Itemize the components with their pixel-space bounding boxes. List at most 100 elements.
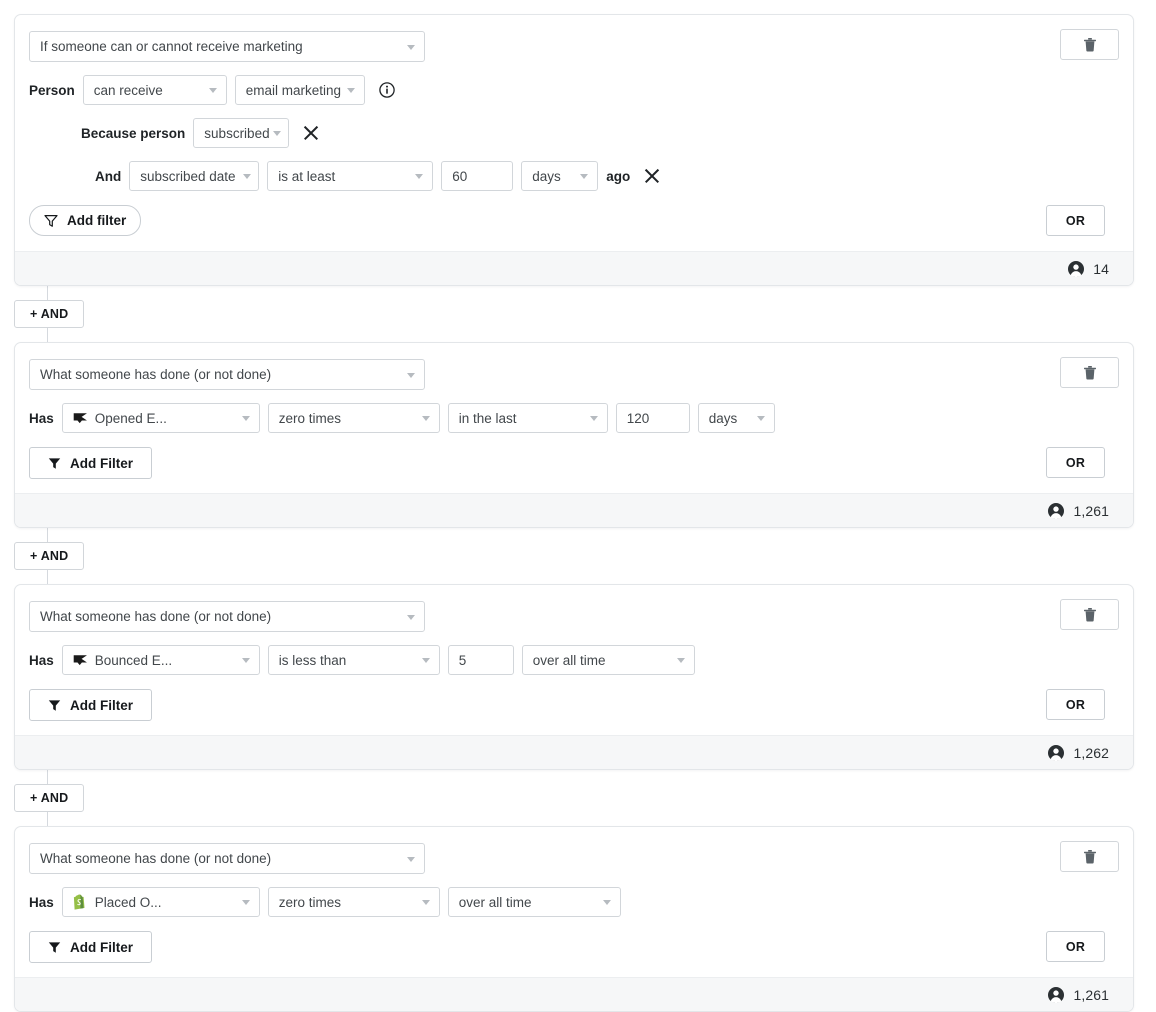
metric-select[interactable]: Bounced E... — [61, 645, 260, 675]
connector-word: ago — [606, 168, 631, 184]
group-type-select[interactable]: What someone has done (or not done) — [29, 843, 425, 874]
condition-select-value: zero times — [278, 894, 342, 910]
condition-row: Has Opened E... zero times in the last 1… — [29, 403, 1119, 433]
or-button[interactable]: OR — [1046, 205, 1105, 236]
group-type-select[interactable]: What someone has done (or not done) — [29, 359, 425, 390]
metric-select-value: Opened E... — [94, 410, 167, 426]
segment-condition-builder: If someone can or cannot receive marketi… — [0, 0, 1156, 1012]
add-filter-label: Add Filter — [70, 697, 133, 713]
chevron-down-icon — [421, 900, 430, 905]
add-and-button[interactable]: + AND — [14, 784, 85, 812]
metric-flag-icon — [73, 412, 88, 425]
condition-select[interactable]: days — [521, 161, 599, 191]
add-filter-row: Add Filter OR — [29, 447, 1119, 479]
group-member-count: 1,262 — [1048, 744, 1109, 761]
chevron-down-icon — [273, 131, 282, 136]
chevron-down-icon — [241, 900, 250, 905]
person-circle-icon — [1068, 260, 1085, 277]
shopify-bag-icon — [73, 894, 88, 910]
or-button[interactable]: OR — [1046, 447, 1105, 478]
delete-group-button[interactable] — [1060, 357, 1119, 388]
condition-select[interactable]: can receive — [82, 75, 227, 105]
condition-group: What someone has done (or not done) Has … — [14, 342, 1134, 528]
metric-select[interactable]: Placed O... — [61, 887, 260, 917]
add-filter-button[interactable]: Add Filter — [29, 447, 152, 479]
connector-line — [47, 328, 48, 342]
funnel-filled-icon — [48, 457, 61, 470]
metric-select-value: Bounced E... — [94, 652, 173, 668]
add-and-button[interactable]: + AND — [14, 542, 85, 570]
condition-select-value: can receive — [93, 82, 163, 98]
condition-group: If someone can or cannot receive marketi… — [14, 14, 1134, 286]
remove-condition-button[interactable] — [301, 123, 321, 143]
condition-select[interactable]: over all time — [447, 887, 621, 917]
condition-select[interactable]: email marketing — [234, 75, 365, 105]
value-input[interactable]: 60 — [441, 161, 514, 191]
condition-select[interactable]: in the last — [447, 403, 608, 433]
group-member-count-value: 1,261 — [1073, 986, 1109, 1003]
add-filter-button[interactable]: Add Filter — [29, 689, 152, 721]
person-circle-icon — [1048, 986, 1065, 1003]
group-type-value: What someone has done (or not done) — [40, 609, 272, 624]
group-member-count-value: 1,262 — [1073, 744, 1109, 761]
value-input[interactable]: 120 — [615, 403, 690, 433]
chevron-down-icon — [676, 658, 685, 663]
chevron-down-icon — [407, 44, 415, 50]
group-type-value: What someone has done (or not done) — [40, 367, 272, 382]
condition-select[interactable]: subscribed date — [129, 161, 260, 191]
or-button[interactable]: OR — [1046, 689, 1105, 720]
chevron-down-icon — [407, 372, 415, 378]
condition-row: Has Bounced E... is less than 5 over all… — [29, 645, 1119, 675]
condition-select-value: zero times — [278, 410, 342, 426]
condition-select-value: subscribed date — [140, 168, 236, 184]
condition-row: Has Placed O... zero times over all time — [29, 887, 1119, 917]
funnel-filled-icon — [48, 699, 61, 712]
group-type-value: If someone can or cannot receive marketi… — [40, 39, 303, 54]
metric-select[interactable]: Opened E... — [61, 403, 260, 433]
funnel-outline-icon — [44, 214, 58, 228]
condition-select-value: is less than — [278, 652, 347, 668]
add-filter-button[interactable]: Add Filter — [29, 931, 152, 963]
value-input[interactable]: 5 — [447, 645, 514, 675]
condition-row-label: And — [95, 168, 122, 184]
condition-select[interactable]: zero times — [267, 403, 440, 433]
condition-row: And subscribed date is at least 60 days … — [29, 161, 1119, 191]
add-filter-button[interactable]: Add filter — [29, 205, 142, 236]
condition-select-value: over all time — [458, 894, 532, 910]
remove-condition-button[interactable] — [642, 166, 662, 186]
info-circle-icon[interactable] — [379, 82, 395, 98]
group-member-count: 1,261 — [1048, 502, 1109, 519]
and-connector: + AND — [0, 770, 1156, 826]
delete-group-button[interactable] — [1060, 599, 1119, 630]
add-and-button[interactable]: + AND — [14, 300, 85, 328]
condition-row-label: Person — [29, 82, 75, 98]
add-filter-row: Add Filter OR — [29, 689, 1119, 721]
delete-group-button[interactable] — [1060, 29, 1119, 60]
condition-select[interactable]: subscribed — [193, 118, 290, 148]
chevron-down-icon — [589, 416, 598, 421]
delete-group-button[interactable] — [1060, 841, 1119, 872]
condition-select[interactable]: days — [697, 403, 775, 433]
or-button[interactable]: OR — [1046, 931, 1105, 962]
connector-line — [47, 770, 48, 784]
chevron-down-icon — [580, 174, 589, 179]
condition-select[interactable]: is at least — [267, 161, 434, 191]
group-footer: 1,261 — [15, 977, 1133, 1011]
add-filter-label: Add Filter — [70, 455, 133, 471]
condition-group: What someone has done (or not done) Has … — [14, 826, 1134, 1012]
condition-select[interactable]: zero times — [267, 887, 440, 917]
group-type-select[interactable]: What someone has done (or not done) — [29, 601, 425, 632]
chevron-down-icon — [346, 88, 355, 93]
condition-select[interactable]: is less than — [267, 645, 440, 675]
person-circle-icon — [1048, 502, 1065, 519]
condition-row: Person can receive email marketing — [29, 75, 1119, 105]
metric-flag-icon — [73, 654, 88, 667]
group-footer: 1,261 — [15, 493, 1133, 527]
group-type-value: What someone has done (or not done) — [40, 851, 272, 866]
add-filter-row: Add Filter OR — [29, 931, 1119, 963]
chevron-down-icon — [415, 174, 424, 179]
condition-select[interactable]: over all time — [521, 645, 695, 675]
condition-select-value: subscribed — [204, 125, 270, 141]
condition-select-value: email marketing — [245, 82, 342, 98]
group-type-select[interactable]: If someone can or cannot receive marketi… — [29, 31, 425, 62]
